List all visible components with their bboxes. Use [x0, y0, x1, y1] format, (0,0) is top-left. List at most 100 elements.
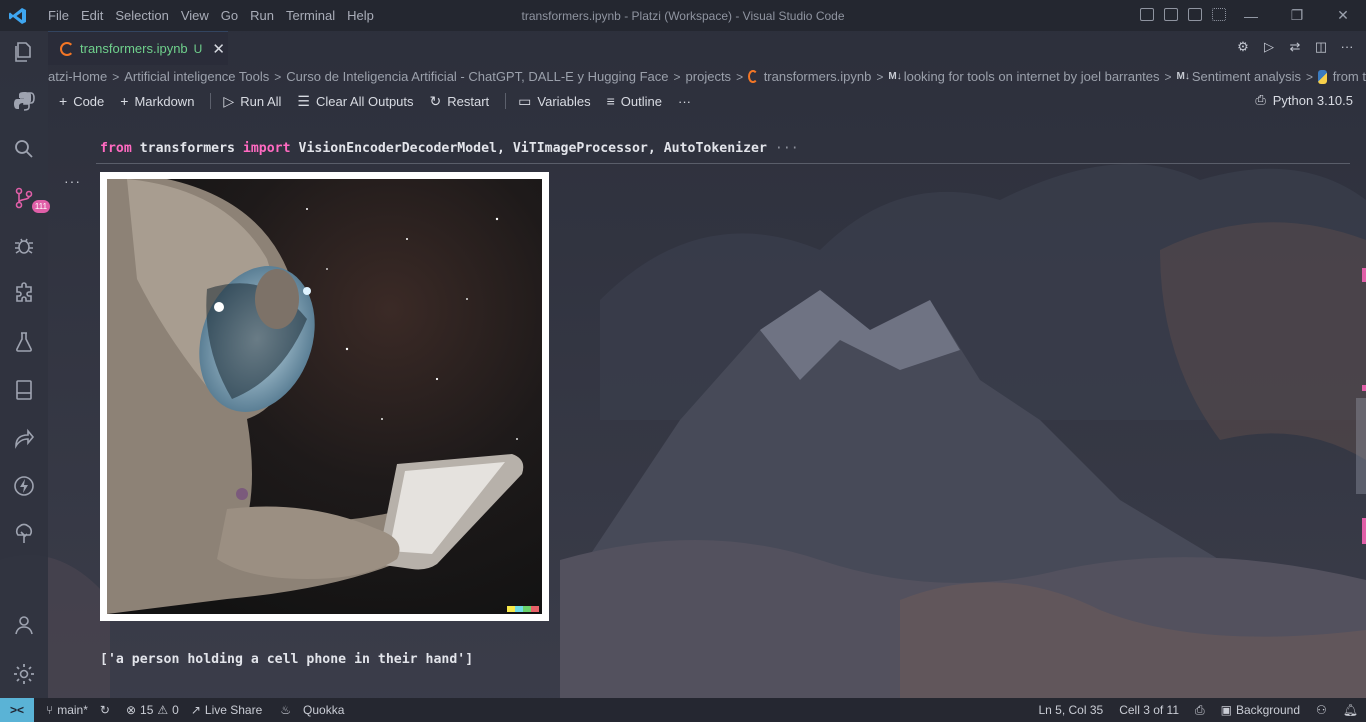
cell-indicator[interactable]: Cell 3 of 11 [1119, 703, 1179, 717]
scm-badge: 111 [32, 200, 50, 213]
variables-button[interactable]: ▭ Variables [518, 93, 590, 110]
background-label: Background [1235, 703, 1300, 717]
add-markdown-cell-button[interactable]: + Markdown [120, 93, 194, 109]
breadcrumb-item[interactable]: projects [686, 69, 732, 84]
explorer-icon[interactable] [12, 40, 36, 64]
sync-button[interactable]: ↻ [100, 703, 114, 717]
vscode-logo-icon [9, 7, 26, 24]
accounts-sync-icon[interactable]: ⚇ [1316, 703, 1327, 717]
toolbar-divider [210, 93, 212, 109]
restart-button[interactable]: ↻ Restart [430, 93, 490, 110]
run-icon[interactable]: ▷ [1262, 40, 1276, 54]
menu-edit[interactable]: Edit [75, 8, 109, 23]
settings-gear-icon[interactable] [12, 662, 36, 686]
tab-transformers-ipynb[interactable]: transformers.ipynb U ✕ [48, 31, 228, 65]
astronaut-image [107, 179, 542, 614]
menu-run[interactable]: Run [244, 8, 280, 23]
minimize-button[interactable]: — [1228, 0, 1274, 31]
chevron-right-icon: > [876, 69, 884, 84]
plus-icon: + [120, 93, 129, 109]
clear-outputs-icon: ☰ [297, 92, 310, 109]
restore-button[interactable]: ❐ [1274, 0, 1320, 31]
clear-all-outputs-button[interactable]: ☰ Clear All Outputs [297, 93, 413, 110]
chevron-right-icon: > [274, 69, 282, 84]
extensions-icon[interactable] [12, 282, 36, 306]
quokka-button[interactable]: ♨ Quokka [280, 703, 344, 717]
add-code-label: Code [73, 93, 105, 109]
jupyter-icon [748, 70, 758, 83]
menu-selection[interactable]: Selection [109, 8, 174, 23]
compare-changes-icon[interactable]: ⇄ [1288, 40, 1302, 54]
debug-icon[interactable] [12, 234, 36, 258]
vertical-scrollbar-thumb[interactable] [1356, 398, 1366, 494]
remote-indicator-button[interactable]: >< [0, 698, 34, 722]
menu-help[interactable]: Help [341, 8, 380, 23]
menu-file[interactable]: File [42, 8, 75, 23]
live-share-button[interactable]: ↗ Live Share [191, 703, 262, 717]
sync-icon: ↻ [99, 703, 110, 717]
menu-go[interactable]: Go [215, 8, 244, 23]
run-all-button[interactable]: ▷ Run All [223, 93, 281, 110]
cell-divider [96, 163, 1350, 164]
keyword-import: import [242, 141, 291, 156]
breadcrumb-item[interactable]: Sentiment analysis [1192, 69, 1301, 84]
chevron-right-icon: > [1306, 69, 1314, 84]
branch-indicator[interactable]: ⑂ main* [46, 703, 88, 717]
search-icon[interactable] [12, 137, 36, 161]
keyword-from: from [100, 141, 132, 156]
add-code-cell-button[interactable]: + Code [59, 93, 104, 109]
cursor-position[interactable]: Ln 5, Col 35 [1038, 703, 1103, 717]
breadcrumb-item[interactable]: transformers.ipynb [764, 69, 872, 84]
add-markdown-label: Markdown [134, 93, 195, 109]
code-cell-collapsed[interactable]: from transformers import VisionEncoderDe… [100, 141, 799, 156]
breadcrumb-item[interactable]: from t [1333, 69, 1366, 84]
outline-label: Outline [620, 93, 662, 109]
testing-icon[interactable] [12, 330, 36, 354]
python-file-icon [1318, 69, 1327, 84]
split-editor-icon[interactable]: ◫ [1314, 40, 1328, 54]
notebook-icon[interactable] [12, 378, 36, 402]
notifications-bell-icon[interactable]: 🔔︎ [1343, 703, 1358, 717]
branch-label: main* [57, 703, 88, 717]
breadcrumb-item[interactable]: atzi-Home [48, 69, 107, 84]
toggle-panel-icon[interactable] [1164, 8, 1178, 21]
toggle-primary-sidebar-icon[interactable] [1140, 8, 1154, 21]
warning-icon: ⚠ [157, 703, 169, 717]
account-icon[interactable] [12, 613, 36, 637]
more-toolbar-actions-button[interactable]: ··· [678, 94, 691, 109]
scrollbar-marker [1362, 385, 1366, 391]
menu-view[interactable]: View [175, 8, 215, 23]
outline-button[interactable]: ≡ Outline [607, 93, 662, 109]
breadcrumb-item[interactable]: looking for tools on internet by joel ba… [904, 69, 1160, 84]
toggle-secondary-sidebar-icon[interactable] [1188, 8, 1202, 21]
live-share-icon[interactable] [12, 426, 36, 450]
kernel-status-icon[interactable]: ⎙ [1195, 703, 1205, 718]
breadcrumb: atzi-Home > Artificial inteligence Tools… [48, 66, 1366, 87]
tree-icon[interactable] [12, 522, 36, 546]
chevron-right-icon: > [112, 69, 120, 84]
run-all-label: Run All [240, 93, 282, 109]
gear-icon[interactable]: ⚙ [1236, 40, 1250, 54]
markdown-icon: M↓ [888, 71, 902, 82]
breadcrumb-item[interactable]: Curso de Inteligencia Artificial - ChatG… [286, 69, 668, 84]
tab-bar: transformers.ipynb U ✕ ⚙ ▷ ⇄ ◫ ··· [48, 31, 1366, 65]
activity-bar: 111 [0, 31, 50, 698]
close-window-button[interactable]: ✕ [1320, 0, 1366, 31]
kernel-icon: ⎙ [1255, 92, 1266, 107]
background-button[interactable]: ▣ Background [1221, 703, 1300, 717]
kernel-picker[interactable]: ⎙ Python 3.10.5 [1255, 92, 1353, 108]
python-icon[interactable] [12, 89, 36, 113]
customize-layout-icon[interactable] [1212, 8, 1226, 21]
source-control-icon[interactable]: 111 [12, 186, 50, 213]
notebook-toolbar: + Code + Markdown ▷ Run All ☰ Clear All … [48, 88, 1366, 114]
output-actions-button[interactable]: ··· [64, 173, 81, 189]
breadcrumb-item[interactable]: Artificial inteligence Tools [124, 69, 269, 84]
scrollbar-marker [1362, 268, 1366, 282]
more-actions-icon[interactable]: ··· [1340, 40, 1354, 54]
lightning-icon[interactable] [12, 474, 36, 498]
close-tab-icon[interactable]: ✕ [212, 40, 225, 58]
menu-terminal[interactable]: Terminal [280, 8, 341, 23]
problems-indicator[interactable]: ⊗ 15 ⚠ 0 [126, 703, 179, 717]
fold-ellipsis[interactable]: ··· [767, 141, 799, 156]
flame-icon: ♨ [280, 703, 292, 717]
